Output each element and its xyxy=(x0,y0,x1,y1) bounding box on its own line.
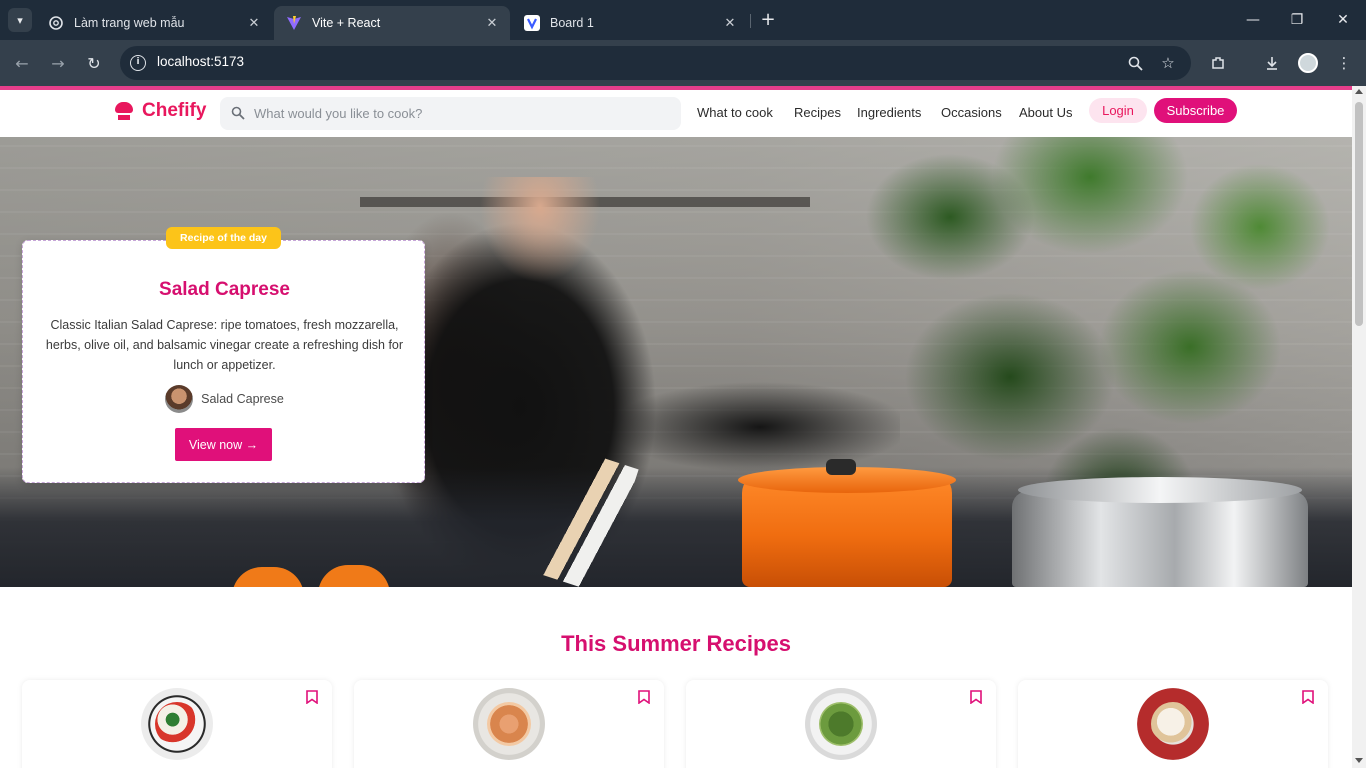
browser-tab-3[interactable]: Board 1 ✕ xyxy=(512,6,748,40)
green-salad-dish xyxy=(805,688,877,760)
nav-ingredients[interactable]: Ingredients xyxy=(857,105,921,120)
scroll-down-arrow-icon[interactable] xyxy=(1355,758,1363,763)
recipe-title: Salad Caprese xyxy=(159,279,290,300)
tab-search-dropdown-icon[interactable]: ▾ xyxy=(8,8,32,32)
minimize-icon[interactable]: — xyxy=(1230,0,1276,40)
bookmark-icon[interactable] xyxy=(1302,690,1314,704)
nav-what-to-cook[interactable]: What to cook xyxy=(697,105,773,120)
back-icon[interactable]: ← xyxy=(10,51,34,75)
reload-icon[interactable]: ↻ xyxy=(82,51,106,75)
page-viewport: Chefify What to cook Recipes Ingredients… xyxy=(0,86,1352,768)
scrollbar-thumb[interactable] xyxy=(1355,102,1363,326)
nav-recipes[interactable]: Recipes xyxy=(794,105,841,120)
new-tab-icon[interactable]: + xyxy=(758,10,778,30)
author-avatar xyxy=(165,385,194,413)
address-bar[interactable]: i localhost:5173 ☆ xyxy=(120,46,1191,80)
recipe-author: Salad Caprese xyxy=(23,385,426,413)
scroll-up-arrow-icon[interactable] xyxy=(1355,89,1363,94)
url-text[interactable]: localhost:5173 xyxy=(157,54,244,69)
recipe-card[interactable] xyxy=(22,680,332,768)
view-now-button[interactable]: View now → xyxy=(175,428,272,461)
bookmark-icon[interactable] xyxy=(306,690,318,704)
close-tab-icon[interactable]: ✕ xyxy=(244,13,264,33)
chef-hat-icon xyxy=(114,101,134,121)
restore-icon[interactable]: ❐ xyxy=(1274,0,1320,40)
nav-about-us[interactable]: About Us xyxy=(1019,105,1072,120)
recipe-card[interactable] xyxy=(1018,680,1328,768)
author-name: Salad Caprese xyxy=(201,392,284,406)
browser-tab-1[interactable]: Làm trang web mẫu ✕ xyxy=(36,6,272,40)
zoom-icon[interactable] xyxy=(1125,53,1145,73)
page-scrollbar[interactable] xyxy=(1352,86,1366,768)
tab-title: Board 1 xyxy=(550,16,594,30)
tab-title: Vite + React xyxy=(312,16,381,30)
close-tab-icon[interactable]: ✕ xyxy=(482,13,502,33)
profile-avatar[interactable] xyxy=(1296,51,1320,75)
tab-separator xyxy=(750,14,751,28)
shrimp-pasta-dish xyxy=(473,688,545,760)
vite-favicon-icon xyxy=(286,15,302,31)
login-button[interactable]: Login xyxy=(1089,98,1147,123)
close-window-icon[interactable]: ✕ xyxy=(1320,0,1366,40)
site-logo[interactable]: Chefify xyxy=(114,100,206,122)
bookmark-icon[interactable] xyxy=(638,690,650,704)
bookmark-star-icon[interactable]: ☆ xyxy=(1158,53,1178,73)
tab-title: Làm trang web mẫu xyxy=(74,16,185,30)
caprese-salad-dish xyxy=(141,688,213,760)
tab-strip: ▾ Làm trang web mẫu ✕ Vite + React ✕ Boa… xyxy=(0,0,1366,40)
openai-favicon-icon xyxy=(48,15,64,31)
extensions-icon[interactable] xyxy=(1206,51,1230,75)
recipe-of-the-day-badge: Recipe of the day xyxy=(166,227,281,249)
browser-toolbar: ← → ↻ i localhost:5173 ☆ ⋮ xyxy=(0,40,1366,86)
recipe-card[interactable] xyxy=(686,680,996,768)
cake-slice-dish xyxy=(1137,688,1209,760)
recipe-description: Classic Italian Salad Caprese: ripe toma… xyxy=(45,318,404,372)
search-input[interactable] xyxy=(254,97,664,130)
browser-window: ▾ Làm trang web mẫu ✕ Vite + React ✕ Boa… xyxy=(0,0,1366,768)
recipe-card[interactable] xyxy=(354,680,664,768)
subscribe-button[interactable]: Subscribe xyxy=(1154,98,1237,123)
browser-menu-icon[interactable]: ⋮ xyxy=(1332,51,1356,75)
browser-tab-2[interactable]: Vite + React ✕ xyxy=(274,6,510,40)
search-bar xyxy=(220,97,681,130)
board-favicon-icon xyxy=(524,15,540,31)
section-title: This Summer Recipes xyxy=(561,631,791,656)
site-header: Chefify What to cook Recipes Ingredients… xyxy=(0,90,1352,137)
forward-icon[interactable]: → xyxy=(46,51,70,75)
site-info-icon[interactable]: i xyxy=(130,55,146,71)
downloads-icon[interactable] xyxy=(1260,51,1284,75)
nav-occasions[interactable]: Occasions xyxy=(941,105,1002,120)
bookmark-icon[interactable] xyxy=(970,690,982,704)
recipe-of-the-day-card: Salad Caprese Classic Italian Salad Capr… xyxy=(22,240,425,483)
close-tab-icon[interactable]: ✕ xyxy=(720,13,740,33)
search-icon xyxy=(231,106,245,120)
logo-text: Chefify xyxy=(142,100,207,121)
